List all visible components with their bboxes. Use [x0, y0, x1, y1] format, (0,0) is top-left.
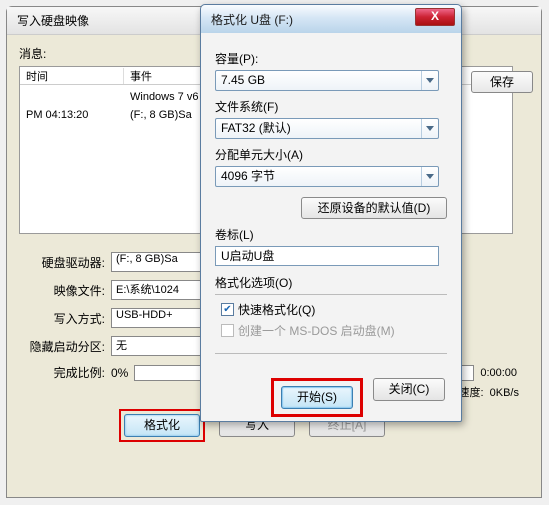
dialog-title: 格式化 U盘 (F:) X	[201, 5, 461, 33]
divider	[215, 294, 447, 295]
capacity-label: 容量(P):	[215, 50, 447, 67]
progress-value: 0%	[111, 366, 128, 380]
volume-label-input[interactable]: U启动U盘	[215, 246, 439, 266]
speed-readout: 速度: 0KB/s	[458, 384, 519, 400]
msdos-boot-label: 创建一个 MS-DOS 启动盘(M)	[238, 322, 395, 339]
chevron-down-icon	[421, 119, 438, 138]
highlight-box: 格式化	[119, 409, 205, 442]
chevron-down-icon	[421, 167, 438, 186]
divider	[215, 353, 447, 354]
highlight-box: 开始(S)	[271, 378, 363, 417]
save-button[interactable]: 保存	[471, 71, 533, 93]
drive-label: 硬盘驱动器:	[19, 254, 111, 271]
filesystem-label: 文件系统(F)	[215, 98, 447, 115]
restore-defaults-button[interactable]: 还原设备的默认值(D)	[301, 197, 447, 219]
format-dialog: 格式化 U盘 (F:) X 容量(P): 7.45 GB 文件系统(F) FAT…	[200, 4, 462, 422]
format-button[interactable]: 格式化	[124, 414, 200, 437]
format-options-label: 格式化选项(O)	[215, 274, 447, 291]
close-button[interactable]: 关闭(C)	[373, 378, 445, 401]
close-icon[interactable]: X	[415, 8, 455, 26]
volume-label-label: 卷标(L)	[215, 226, 447, 243]
write-mode-label: 写入方式:	[19, 310, 111, 327]
image-label: 映像文件:	[19, 282, 111, 299]
msdos-boot-checkbox	[221, 324, 234, 337]
quick-format-checkbox[interactable]: ✔	[221, 303, 234, 316]
quick-format-label: 快速格式化(Q)	[238, 301, 315, 318]
chevron-down-icon	[421, 71, 438, 90]
hidden-partition-label: 隐藏启动分区:	[19, 338, 111, 355]
log-header-time: 时间	[20, 68, 124, 84]
filesystem-select[interactable]: FAT32 (默认)	[215, 118, 439, 139]
allocation-label: 分配单元大小(A)	[215, 146, 447, 163]
progress-remaining: 0:00:00	[480, 367, 517, 379]
progress-label: 完成比例:	[19, 364, 111, 381]
allocation-select[interactable]: 4096 字节	[215, 166, 439, 187]
start-button[interactable]: 开始(S)	[281, 386, 353, 409]
capacity-select[interactable]: 7.45 GB	[215, 70, 439, 91]
